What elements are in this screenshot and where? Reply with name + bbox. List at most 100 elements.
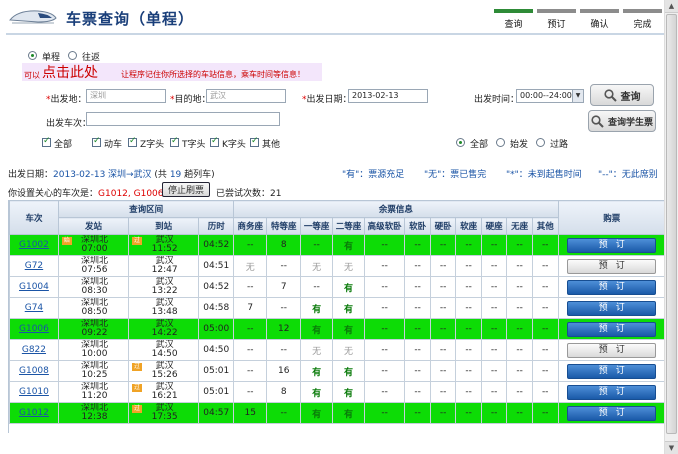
train-number-link[interactable]: G1006 xyxy=(19,324,49,334)
duration-cell: 04:51 xyxy=(198,255,235,277)
seat-cell: 12 xyxy=(266,318,302,340)
seat-cell: -- xyxy=(233,339,268,361)
from-input[interactable]: 深圳 xyxy=(86,89,166,103)
train-number-link[interactable]: G1012 xyxy=(19,408,49,418)
pass-all-radio[interactable] xyxy=(456,138,465,147)
type-other-checkbox[interactable] xyxy=(250,136,259,147)
seat-cell: -- xyxy=(404,234,431,256)
round-trip-radio[interactable] xyxy=(68,51,77,60)
seat-cell: 有 xyxy=(332,360,365,382)
train-number-link[interactable]: G72 xyxy=(25,261,43,271)
book-button[interactable]: 预订 xyxy=(567,363,657,379)
train-input[interactable] xyxy=(86,112,280,126)
train-cell[interactable]: G1002 xyxy=(9,234,59,256)
seat-cell: -- xyxy=(429,318,457,340)
seat-cell: -- xyxy=(455,339,482,361)
seat-cell: -- xyxy=(429,402,457,424)
scroll-down-icon[interactable]: ▼ xyxy=(665,441,678,454)
train-cell[interactable]: G1008 xyxy=(9,360,59,382)
one-way-radio[interactable] xyxy=(28,51,37,60)
train-cell[interactable]: G822 xyxy=(9,339,59,361)
seat-cell: -- xyxy=(455,297,482,319)
pass-start-label: 始发 xyxy=(510,140,529,150)
type-z-checkbox[interactable] xyxy=(128,136,137,147)
seat-cell: -- xyxy=(404,360,431,382)
train-cell[interactable]: G1006 xyxy=(9,318,59,340)
seat-cell: -- xyxy=(363,255,406,277)
seat-cell: -- xyxy=(455,276,482,298)
to-input[interactable]: 武汉 xyxy=(206,89,286,103)
scroll-up-icon[interactable]: ▲ xyxy=(665,0,678,13)
train-cell[interactable]: G1010 xyxy=(9,381,59,403)
train-cell[interactable]: G1012 xyxy=(9,402,59,424)
step-confirm: 确认 xyxy=(578,9,621,33)
stop-refresh-button[interactable]: 停止刷票 xyxy=(162,182,210,197)
query-button[interactable]: 查询 xyxy=(590,84,654,106)
train-cell[interactable]: G74 xyxy=(9,297,59,319)
seat-cell: -- xyxy=(363,402,406,424)
type-k-checkbox[interactable] xyxy=(210,136,219,147)
seat-cell: -- xyxy=(404,276,431,298)
train-cell[interactable]: G1004 xyxy=(9,276,59,298)
search-icon xyxy=(603,88,617,102)
book-button[interactable]: 预订 xyxy=(567,384,657,400)
type-k-label: K字头 xyxy=(222,140,246,150)
type-all-checkbox[interactable] xyxy=(42,136,51,147)
seat-cell: 有 xyxy=(300,360,334,382)
book-button[interactable]: 预订 xyxy=(567,321,657,337)
book-button[interactable]: 预订 xyxy=(567,300,657,316)
date-input[interactable]: 2013-02-13 xyxy=(348,89,428,103)
train-number-link[interactable]: G74 xyxy=(25,303,43,313)
book-cell: 预订 xyxy=(557,318,664,340)
seat-cell: -- xyxy=(531,339,559,361)
type-t-label: T字头 xyxy=(182,140,206,150)
col-seat-6: 硬卧 xyxy=(429,217,457,235)
train-number-link[interactable]: G1010 xyxy=(19,387,49,397)
student-query-button[interactable]: 查询学生票 xyxy=(588,110,656,132)
type-emu-checkbox[interactable] xyxy=(92,136,101,147)
seat-cell: -- xyxy=(233,318,268,340)
seat-cell: 无 xyxy=(233,255,268,277)
pass-start-radio[interactable] xyxy=(496,138,505,147)
book-button[interactable]: 预订 xyxy=(567,405,657,421)
seat-cell: -- xyxy=(480,276,508,298)
col-train: 车次 xyxy=(9,200,59,235)
pass-through-radio[interactable] xyxy=(536,138,545,147)
book-cell: 预订 xyxy=(557,234,664,256)
table-row: G1004 深圳北 08:30 武汉 13:22 04:52 -- 7 -- 有 -- -- -- -- -… xyxy=(9,276,664,298)
result-route: 深圳→武汉 (共 19 趟列车) xyxy=(108,170,215,180)
click-here-link[interactable]: 点击此处 xyxy=(42,62,98,82)
train-number-link[interactable]: G1002 xyxy=(19,240,49,250)
seat-cell: -- xyxy=(480,339,508,361)
train-label: 出发车次： xyxy=(46,119,92,129)
train-number-link[interactable]: G822 xyxy=(22,345,46,355)
seat-cell: 有 xyxy=(332,402,365,424)
type-t-checkbox[interactable] xyxy=(170,136,179,147)
seat-cell: -- xyxy=(455,255,482,277)
duration-cell: 04:52 xyxy=(198,276,235,298)
book-button[interactable]: 预订 xyxy=(567,342,657,358)
tries-count: 已尝试次数：21 xyxy=(216,189,282,199)
legend-none: "无"：票已售完 xyxy=(424,170,487,180)
seat-cell: -- xyxy=(480,297,508,319)
seat-cell: -- xyxy=(429,297,457,319)
seat-cell: -- xyxy=(531,360,559,382)
book-button[interactable]: 预订 xyxy=(567,258,657,274)
book-button[interactable]: 预订 xyxy=(567,237,657,253)
seat-cell: 8 xyxy=(266,234,302,256)
train-cell[interactable]: G72 xyxy=(9,255,59,277)
table-row: G1006 深圳北 09:22 武汉 14:22 05:00 -- 12 有有 -- -- -- -- -… xyxy=(9,318,664,340)
seat-cell: -- xyxy=(363,360,406,382)
result-date: 出发日期：2013-02-13 xyxy=(8,170,106,180)
depart-cell: 深圳北 09:22 xyxy=(57,318,130,340)
book-button[interactable]: 预订 xyxy=(567,279,657,295)
duration-cell: 04:52 xyxy=(198,234,235,256)
time-select[interactable]: 00:00--24:00 ▼ xyxy=(516,89,584,103)
seat-cell: -- xyxy=(531,318,559,340)
seat-cell: -- xyxy=(531,276,559,298)
train-number-link[interactable]: G1008 xyxy=(19,366,49,376)
vertical-scrollbar[interactable]: ▲ ▼ xyxy=(664,0,678,454)
train-number-link[interactable]: G1004 xyxy=(19,282,49,292)
depart-cell: 深圳北 12:38 xyxy=(57,402,130,424)
scroll-thumb[interactable] xyxy=(666,14,677,434)
